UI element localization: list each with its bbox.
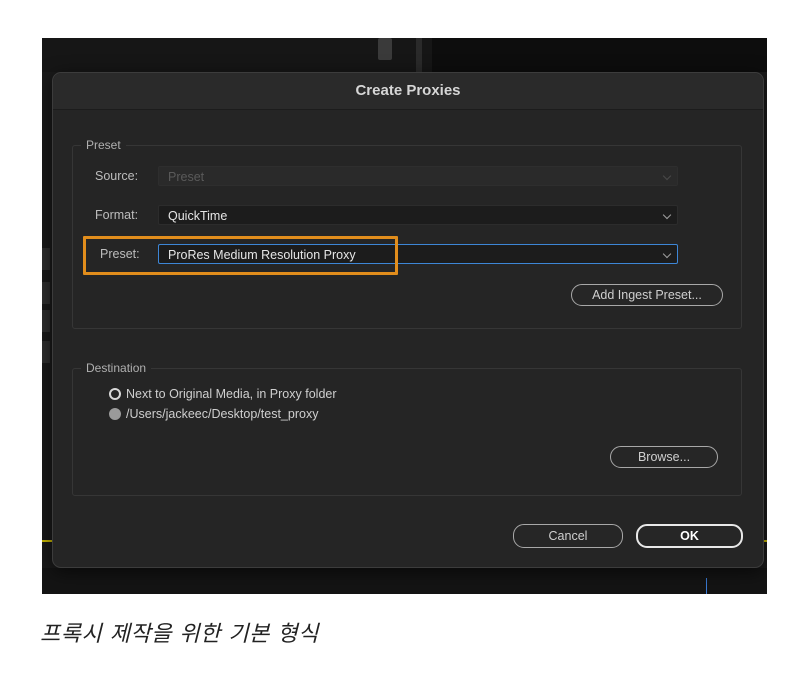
cancel-button[interactable]: Cancel xyxy=(513,524,623,548)
radio-button[interactable] xyxy=(109,408,121,420)
add-ingest-preset-button[interactable]: Add Ingest Preset... xyxy=(571,284,723,306)
create-proxies-dialog: Create Proxies Preset Source: Preset For… xyxy=(52,72,764,568)
chevron-down-icon xyxy=(662,171,672,181)
background-timeline xyxy=(42,568,767,594)
format-value: QuickTime xyxy=(168,209,228,223)
background-panel-divider xyxy=(416,38,422,72)
chevron-down-icon xyxy=(662,210,672,220)
source-value: Preset xyxy=(168,170,205,184)
image-caption: 프록시 제작을 위한 기본 형식 xyxy=(40,622,319,647)
background-timeline-marker xyxy=(42,310,50,332)
chevron-down-icon xyxy=(662,249,672,259)
background-timeline-marker xyxy=(42,282,50,304)
radio-label: /Users/jackeec/Desktop/test_proxy xyxy=(126,407,319,421)
background-panel-grip xyxy=(378,38,392,60)
format-label: Format: xyxy=(95,208,139,222)
background-timeline-marker xyxy=(42,248,50,270)
app-screenshot: Create Proxies Preset Source: Preset For… xyxy=(42,38,767,594)
background-timeline-marker xyxy=(42,341,50,363)
source-dropdown: Preset xyxy=(158,166,678,186)
background-playhead xyxy=(706,578,707,594)
dialog-title: Create Proxies xyxy=(53,73,763,110)
preset-highlight-annotation xyxy=(83,236,398,275)
background-program-monitor xyxy=(432,38,767,72)
radio-button[interactable] xyxy=(109,388,121,400)
radio-label: Next to Original Media, in Proxy folder xyxy=(126,387,337,401)
destination-group-label: Destination xyxy=(81,360,152,376)
browse-button[interactable]: Browse... xyxy=(610,446,718,468)
source-label: Source: xyxy=(95,169,139,183)
ok-button[interactable]: OK xyxy=(636,524,743,548)
format-dropdown[interactable]: QuickTime xyxy=(158,205,678,225)
preset-group-label: Preset xyxy=(81,137,126,153)
